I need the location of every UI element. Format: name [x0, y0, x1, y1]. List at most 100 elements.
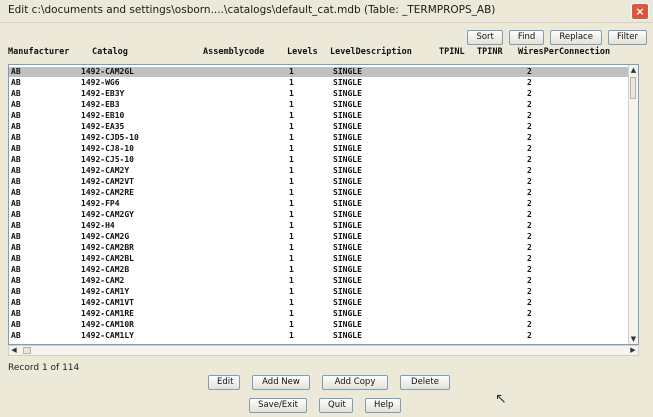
cell-wires-per-connection[interactable]: 2 — [527, 122, 532, 132]
cell-catalog[interactable]: 1492-CAM2B — [81, 265, 129, 275]
cell-level-description[interactable]: SINGLE — [333, 276, 362, 286]
cell-manufacturer[interactable]: AB — [11, 155, 21, 165]
cell-catalog[interactable]: 1492-CAM2GL — [81, 67, 134, 77]
cell-levels[interactable]: 1 — [289, 298, 294, 308]
cell-catalog[interactable]: 1492-CAM1LY — [81, 331, 134, 341]
scroll-down-icon[interactable]: ▼ — [629, 334, 638, 344]
table-row[interactable]: AB 1492-CAM1VT 1 SINGLE 2 — [9, 298, 631, 308]
table-row[interactable]: AB 1492-CAM1RE 1 SINGLE 2 — [9, 309, 631, 319]
col-header-manufacturer[interactable]: Manufacturer — [8, 47, 69, 57]
cell-levels[interactable]: 1 — [289, 276, 294, 286]
table-row[interactable]: AB 1492-CAM2BL 1 SINGLE 2 — [9, 254, 631, 264]
cell-catalog[interactable]: 1492-CAM10R — [81, 320, 134, 330]
col-header-tpinr[interactable]: TPINR — [477, 47, 503, 57]
cell-catalog[interactable]: 1492-CAM2Y — [81, 166, 129, 176]
cell-wires-per-connection[interactable]: 2 — [527, 166, 532, 176]
cell-level-description[interactable]: SINGLE — [333, 111, 362, 121]
help-button[interactable]: Help — [365, 398, 401, 413]
cell-manufacturer[interactable]: AB — [11, 144, 21, 154]
quit-button[interactable]: Quit — [319, 398, 353, 413]
cell-wires-per-connection[interactable]: 2 — [527, 254, 532, 264]
filter-button[interactable]: Filter — [607, 30, 647, 45]
cell-manufacturer[interactable]: AB — [11, 89, 21, 99]
cell-manufacturer[interactable]: AB — [11, 188, 21, 198]
table-row[interactable]: AB 1492-CJD5-10 1 SINGLE 2 — [9, 133, 631, 143]
table-row[interactable]: AB 1492-WG6 1 SINGLE 2 — [9, 78, 631, 88]
cell-level-description[interactable]: SINGLE — [333, 265, 362, 275]
cell-catalog[interactable]: 1492-FP4 — [81, 199, 120, 209]
cell-wires-per-connection[interactable]: 2 — [527, 177, 532, 187]
add-new-button[interactable]: Add New — [252, 375, 310, 390]
col-header-tpinl[interactable]: TPINL — [439, 47, 465, 57]
cell-level-description[interactable]: SINGLE — [333, 144, 362, 154]
cell-manufacturer[interactable]: AB — [11, 67, 21, 77]
vertical-scrollbar[interactable]: ▲ ▼ — [628, 65, 638, 344]
cell-catalog[interactable]: 1492-CJ8-10 — [81, 144, 134, 154]
cell-levels[interactable]: 1 — [289, 67, 294, 77]
table-row[interactable]: AB 1492-EA35 1 SINGLE 2 — [9, 122, 631, 132]
save-exit-button[interactable]: Save/Exit — [249, 398, 307, 413]
table-row[interactable]: AB 1492-CAM2G 1 SINGLE 2 — [9, 232, 631, 242]
cell-levels[interactable]: 1 — [289, 78, 294, 88]
table-row[interactable]: AB 1492-EB3Y 1 SINGLE 2 — [9, 89, 631, 99]
cell-manufacturer[interactable]: AB — [11, 78, 21, 88]
cell-manufacturer[interactable]: AB — [11, 298, 21, 308]
table-row[interactable]: AB 1492-CJ8-10 1 SINGLE 2 — [9, 144, 631, 154]
add-copy-button[interactable]: Add Copy — [322, 375, 388, 390]
scroll-left-icon[interactable]: ◀ — [9, 346, 19, 355]
cell-catalog[interactable]: 1492-EB3Y — [81, 89, 124, 99]
cell-wires-per-connection[interactable]: 2 — [527, 243, 532, 253]
col-header-assemblycode[interactable]: Assemblycode — [203, 47, 264, 57]
cell-level-description[interactable]: SINGLE — [333, 331, 362, 341]
cell-wires-per-connection[interactable]: 2 — [527, 100, 532, 110]
cell-manufacturer[interactable]: AB — [11, 199, 21, 209]
cell-wires-per-connection[interactable]: 2 — [527, 111, 532, 121]
cell-level-description[interactable]: SINGLE — [333, 254, 362, 264]
cell-levels[interactable]: 1 — [289, 199, 294, 209]
cell-catalog[interactable]: 1492-CJ5-10 — [81, 155, 134, 165]
table-row[interactable]: AB 1492-EB3 1 SINGLE 2 — [9, 100, 631, 110]
cell-levels[interactable]: 1 — [289, 111, 294, 121]
cell-catalog[interactable]: 1492-CJD5-10 — [81, 133, 139, 143]
cell-level-description[interactable]: SINGLE — [333, 67, 362, 77]
cell-levels[interactable]: 1 — [289, 89, 294, 99]
cell-wires-per-connection[interactable]: 2 — [527, 188, 532, 198]
cell-catalog[interactable]: 1492-CAM1VT — [81, 298, 134, 308]
cell-wires-per-connection[interactable]: 2 — [527, 155, 532, 165]
cell-levels[interactable]: 1 — [289, 144, 294, 154]
vertical-scroll-thumb[interactable] — [630, 77, 636, 99]
cell-catalog[interactable]: 1492-H4 — [81, 221, 115, 231]
cell-manufacturer[interactable]: AB — [11, 166, 21, 176]
cell-level-description[interactable]: SINGLE — [333, 199, 362, 209]
cell-levels[interactable]: 1 — [289, 100, 294, 110]
table-row[interactable]: AB 1492-CAM10R 1 SINGLE 2 — [9, 320, 631, 330]
cell-level-description[interactable]: SINGLE — [333, 166, 362, 176]
cell-manufacturer[interactable]: AB — [11, 177, 21, 187]
find-button[interactable]: Find — [508, 30, 545, 45]
table-row[interactable]: AB 1492-CAM2Y 1 SINGLE 2 — [9, 166, 631, 176]
cell-catalog[interactable]: 1492-WG6 — [81, 78, 120, 88]
cell-wires-per-connection[interactable]: 2 — [527, 265, 532, 275]
cell-wires-per-connection[interactable]: 2 — [527, 276, 532, 286]
cell-levels[interactable]: 1 — [289, 210, 294, 220]
table-row[interactable]: AB 1492-CAM2GY 1 SINGLE 2 — [9, 210, 631, 220]
table-row[interactable]: AB 1492-CAM2GL 1 SINGLE 2 — [9, 67, 631, 77]
cell-manufacturer[interactable]: AB — [11, 309, 21, 319]
cell-manufacturer[interactable]: AB — [11, 221, 21, 231]
cell-wires-per-connection[interactable]: 2 — [527, 221, 532, 231]
cell-levels[interactable]: 1 — [289, 265, 294, 275]
cell-catalog[interactable]: 1492-CAM2 — [81, 276, 124, 286]
cell-levels[interactable]: 1 — [289, 166, 294, 176]
table-row[interactable]: AB 1492-H4 1 SINGLE 2 — [9, 221, 631, 231]
replace-button[interactable]: Replace — [550, 30, 602, 45]
col-header-levels[interactable]: Levels — [287, 47, 318, 57]
cell-wires-per-connection[interactable]: 2 — [527, 309, 532, 319]
cell-manufacturer[interactable]: AB — [11, 122, 21, 132]
horizontal-scroll-thumb[interactable] — [23, 347, 31, 354]
scroll-right-icon[interactable]: ▶ — [628, 346, 638, 355]
cell-manufacturer[interactable]: AB — [11, 111, 21, 121]
cell-level-description[interactable]: SINGLE — [333, 133, 362, 143]
cell-levels[interactable]: 1 — [289, 320, 294, 330]
cell-manufacturer[interactable]: AB — [11, 232, 21, 242]
cell-levels[interactable]: 1 — [289, 133, 294, 143]
